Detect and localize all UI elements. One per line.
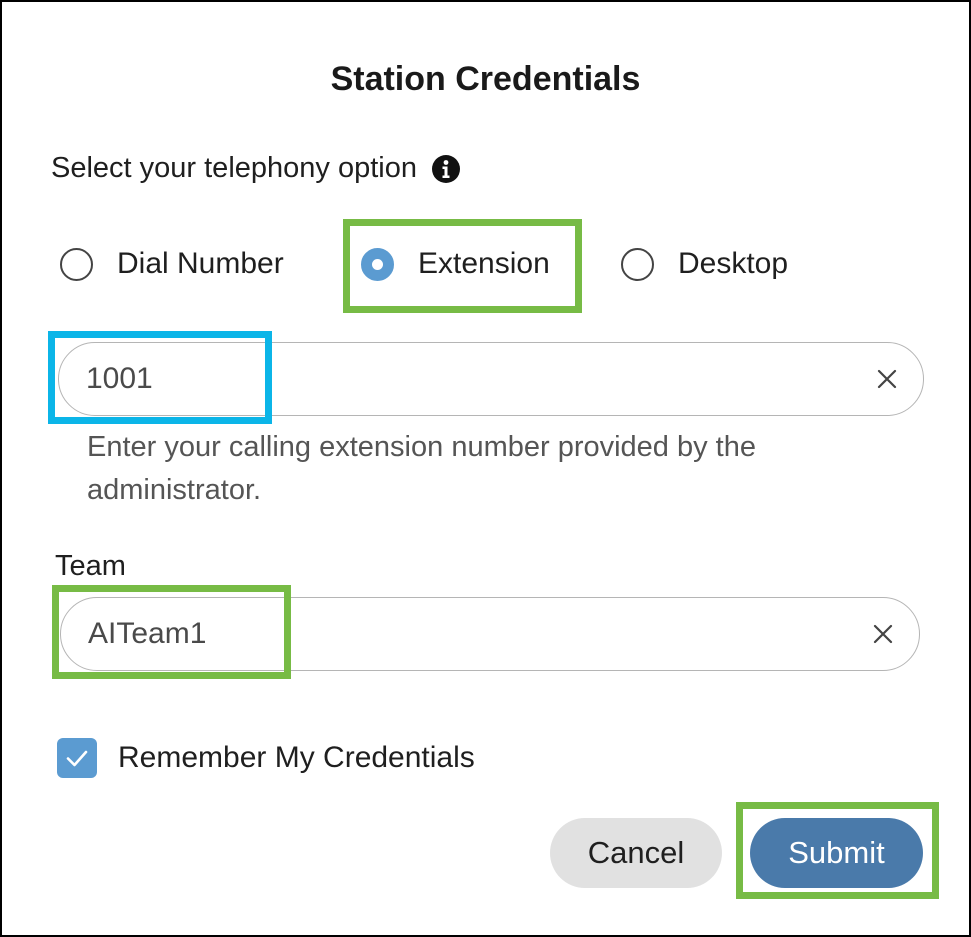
extension-helper-text: Enter your calling extension number prov…	[87, 431, 756, 506]
telephony-prompt: Select your telephony option	[51, 152, 461, 185]
radio-dial-number-circle[interactable]	[60, 247, 93, 281]
radio-desktop[interactable]: Desktop	[621, 247, 788, 281]
telephony-prompt-label: Select your telephony option	[51, 152, 417, 184]
checkmark-icon	[66, 750, 88, 767]
dialog-title: Station Credentials	[330, 60, 641, 98]
radio-dial-number-label: Dial Number	[117, 247, 284, 280]
submit-highlight-box	[736, 802, 939, 899]
team-label: Team	[55, 550, 126, 582]
radio-desktop-label: Desktop	[678, 247, 789, 280]
clear-team-icon[interactable]	[869, 620, 897, 648]
cancel-button[interactable]: Cancel	[550, 818, 722, 888]
info-icon[interactable]	[431, 154, 461, 184]
radio-dial-number[interactable]: Dial Number	[60, 247, 284, 281]
extension-value-highlight-box	[48, 331, 272, 424]
remember-credentials[interactable]: Remember My Credentials	[57, 738, 475, 778]
clear-extension-icon[interactable]	[873, 365, 901, 393]
team-value-highlight-box	[52, 585, 291, 679]
station-credentials-dialog: Station Credentials Select your telephon…	[0, 0, 971, 937]
remember-checkbox[interactable]	[57, 738, 97, 778]
remember-label: Remember My Credentials	[118, 741, 475, 774]
extension-highlight-box	[343, 219, 582, 313]
radio-desktop-circle[interactable]	[621, 247, 654, 281]
